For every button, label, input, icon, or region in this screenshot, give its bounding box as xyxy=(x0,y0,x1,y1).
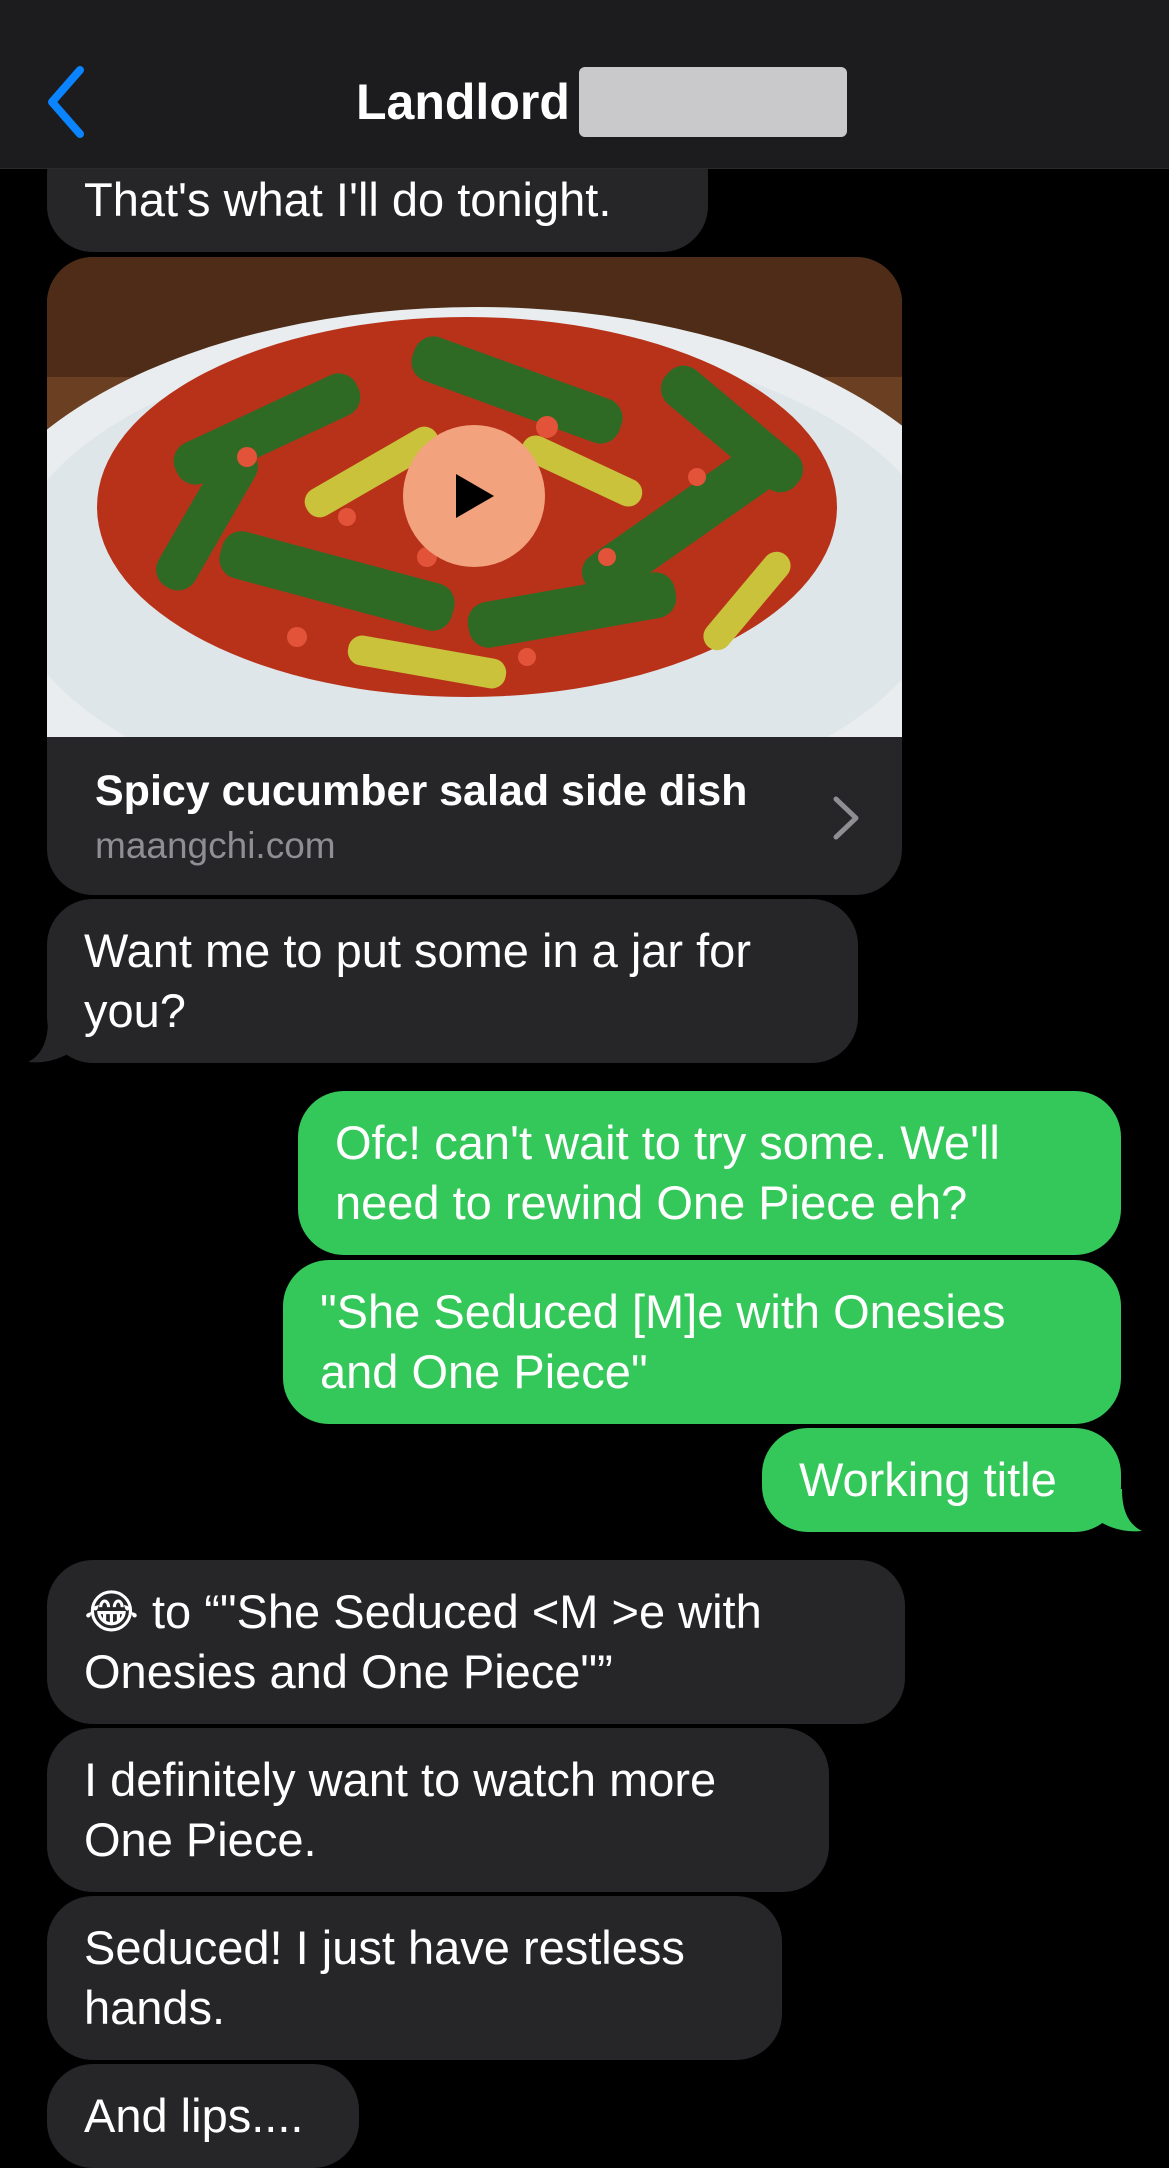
link-preview-card[interactable]: Spicy cucumber salad side dish maangchi.… xyxy=(47,257,902,895)
message-thread[interactable]: That's what I'll do tonight. Spicy cucum… xyxy=(0,0,1169,2168)
message-text: Working title xyxy=(799,1453,1057,1506)
play-icon[interactable] xyxy=(403,425,545,567)
message-bubble-incoming[interactable]: Seduced! I just have restless hands. xyxy=(47,1896,782,2060)
chevron-left-icon[interactable] xyxy=(40,62,100,142)
bubble-tail xyxy=(1090,1489,1142,1532)
message-text: I definitely want to watch more One Piec… xyxy=(84,1753,717,1866)
message-bubble-outgoing[interactable]: "She Seduced [M]e with Onesies and One P… xyxy=(283,1260,1121,1424)
message-text: And lips.... xyxy=(84,2089,304,2142)
message-bubble-incoming[interactable]: 😂 to “"She Seduced <M >e with Onesies an… xyxy=(47,1560,905,1724)
link-preview-domain: maangchi.com xyxy=(95,825,336,866)
message-text: Seduced! I just have restless hands. xyxy=(84,1921,685,2034)
message-bubble-incoming[interactable]: Want me to put some in a jar for you? xyxy=(47,899,858,1063)
message-text: Ofc! can't wait to try some. We'll need … xyxy=(335,1116,1000,1229)
tapback-quote: to “"She Seduced <M >e with Onesies and … xyxy=(84,1585,762,1698)
bubble-tail xyxy=(28,1020,80,1063)
message-text: Want me to put some in a jar for you? xyxy=(84,924,751,1037)
link-preview-title: Spicy cucumber salad side dish xyxy=(95,767,748,815)
message-text: That's what I'll do tonight. xyxy=(84,173,612,226)
message-bubble-incoming[interactable]: And lips.... xyxy=(47,2064,359,2168)
nav-header: Landlord xyxy=(0,0,1169,169)
message-text: 😂 to “"She Seduced <M >e with Onesies an… xyxy=(84,1582,762,1702)
redacted-name-block xyxy=(579,67,847,137)
contact-name[interactable]: Landlord xyxy=(356,74,570,130)
message-bubble-outgoing[interactable]: Working title xyxy=(762,1428,1121,1532)
message-text: "She Seduced [M]e with Onesies and One P… xyxy=(320,1285,1006,1398)
message-bubble-incoming[interactable]: I definitely want to watch more One Piec… xyxy=(47,1728,829,1892)
laughing-emoji: 😂 xyxy=(84,1585,139,1638)
chevron-right-icon xyxy=(833,796,859,840)
message-bubble-outgoing[interactable]: Ofc! can't wait to try some. We'll need … xyxy=(298,1091,1121,1255)
